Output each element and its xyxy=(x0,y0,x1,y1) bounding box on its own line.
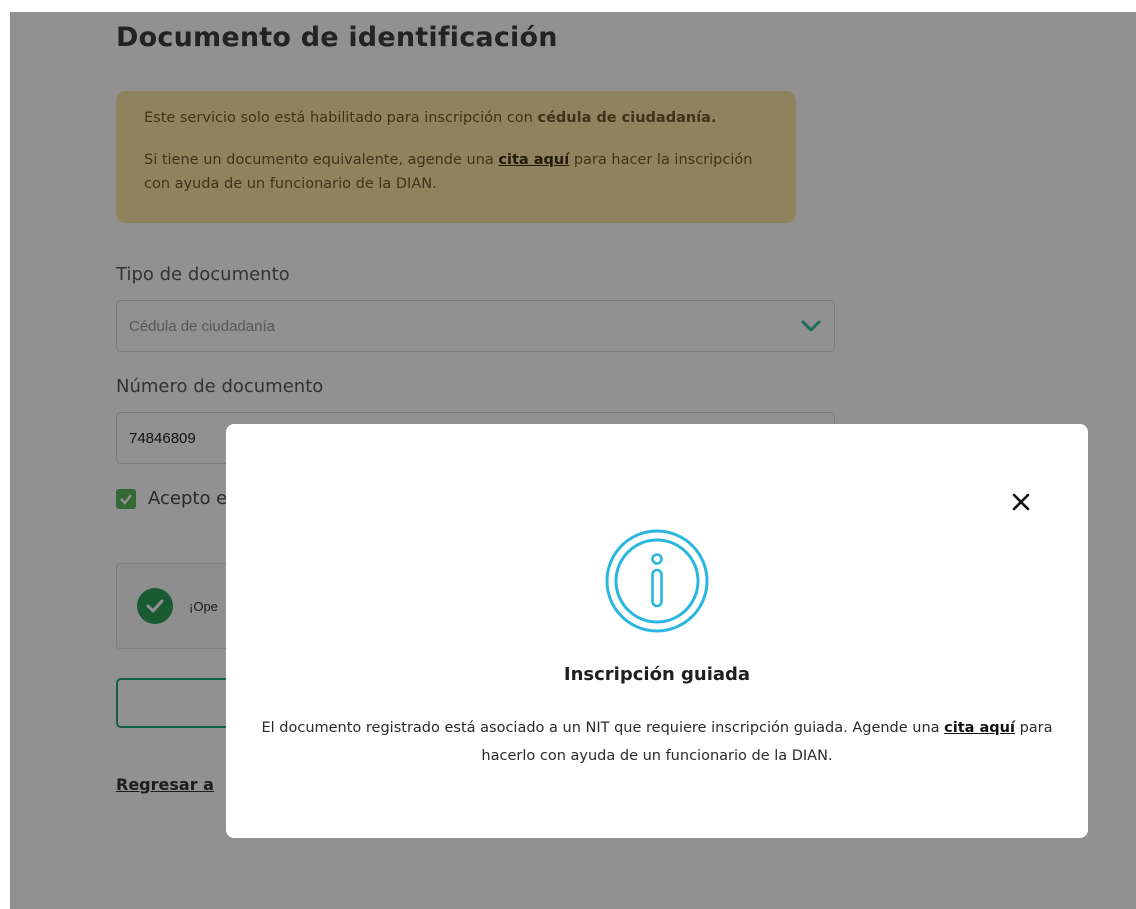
guided-registration-modal: Inscripción guiada El documento registra… xyxy=(226,424,1088,838)
registration-page: Documento de identificación Este servici… xyxy=(10,12,1136,909)
modal-cita-link[interactable]: cita aquí xyxy=(944,720,1015,736)
modal-title: Inscripción guiada xyxy=(563,664,751,685)
info-icon xyxy=(605,529,709,633)
modal-body: El documento registrado está asociado a … xyxy=(261,720,1053,764)
close-icon[interactable] xyxy=(1012,493,1030,511)
